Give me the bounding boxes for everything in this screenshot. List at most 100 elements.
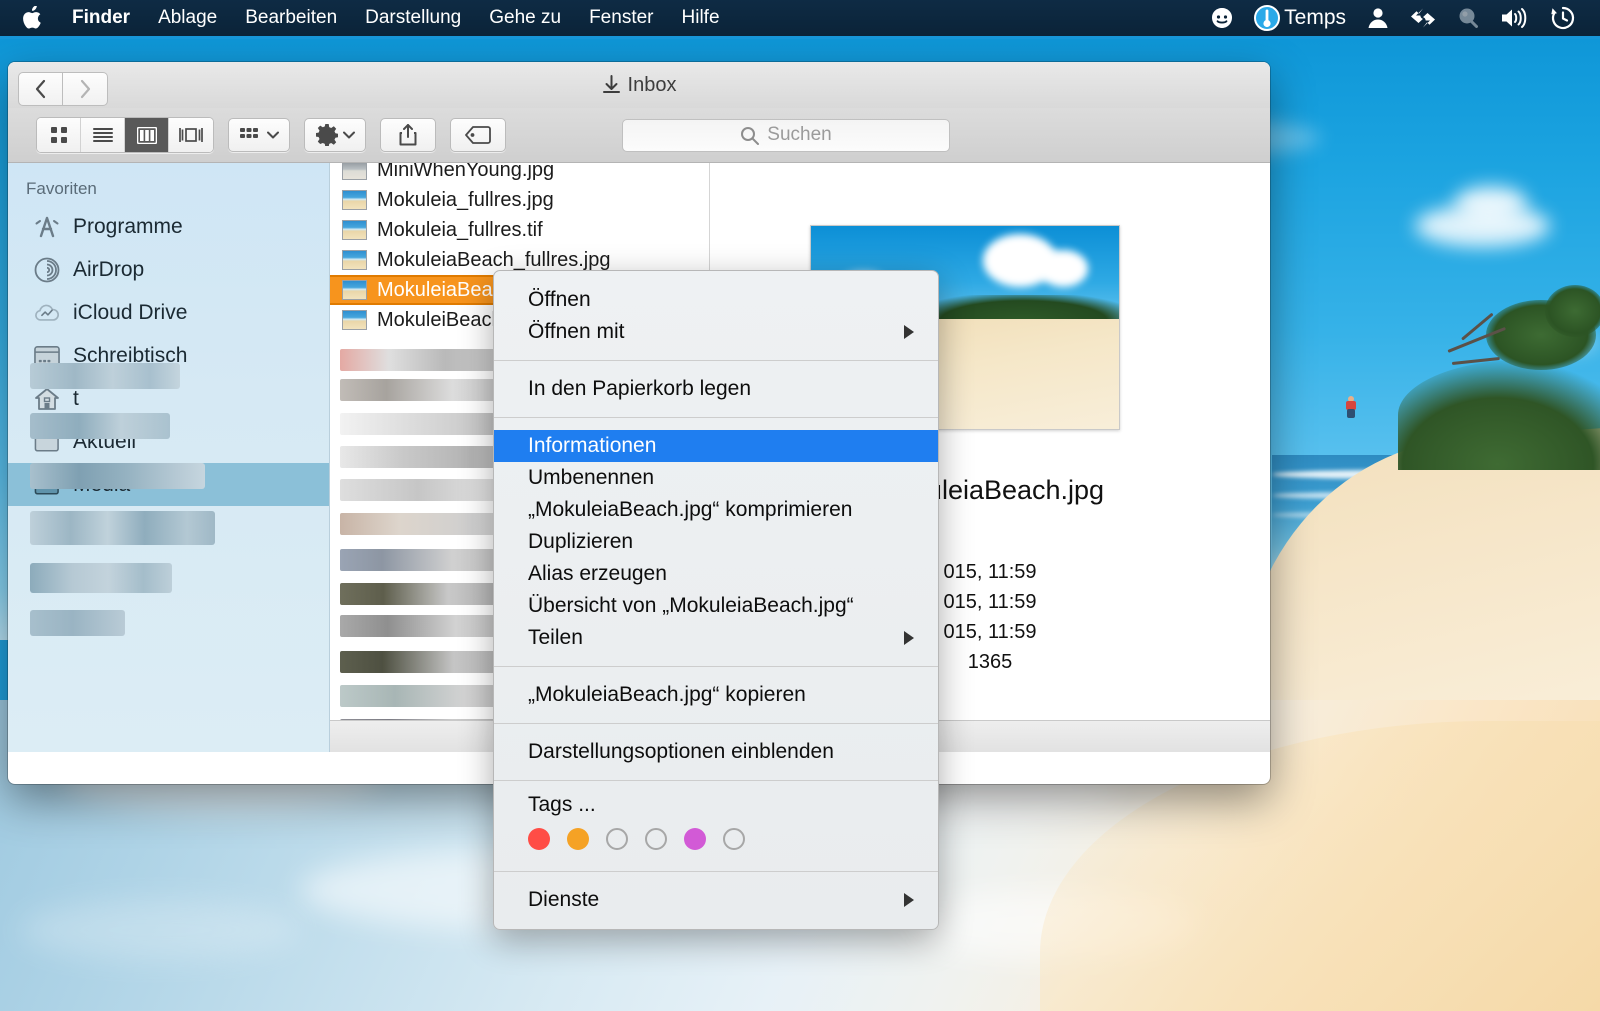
context-menu: Öffnen Öffnen mit In den Papierkorb lege… (493, 270, 939, 930)
tag-swatch-red[interactable] (528, 828, 550, 850)
file-name: Mokuleia_fullres.jpg (377, 189, 554, 212)
tag-swatch-none-2[interactable] (645, 828, 667, 850)
menu-item-dienste[interactable]: Dienste (494, 884, 938, 916)
menu-item-label: Umbenennen (528, 466, 654, 490)
spotlight-globe-icon[interactable] (1450, 0, 1486, 36)
context-menu-group: Dienste (494, 879, 938, 921)
context-menu-group: Öffnen Öffnen mit (494, 279, 938, 353)
menu-item-komprimieren[interactable]: „MokuleiaBeach.jpg“ komprimieren (494, 494, 938, 526)
airdrop-icon (34, 257, 60, 283)
menu-item-informationen[interactable]: Informationen (494, 430, 938, 462)
file-thumbnail-icon (342, 190, 367, 210)
file-thumbnail-icon (342, 310, 367, 330)
sidebar-item-label: iCloud Drive (73, 301, 187, 325)
menu-item-umbenennen[interactable]: Umbenennen (494, 462, 938, 494)
list-item[interactable]: MiniWhenYoung.jpg (330, 163, 709, 185)
file-name: Mokuleia_fullres.tif (377, 219, 543, 242)
person-in-water (1344, 396, 1358, 418)
sync-arrows-icon[interactable] (1404, 0, 1442, 36)
sidebar-item-airdrop[interactable]: AirDrop (8, 248, 329, 291)
person-silhouette-icon[interactable] (1360, 0, 1396, 36)
sidebar-item-icloud-drive[interactable]: iCloud Drive (8, 291, 329, 334)
menu-item-label: Dienste (528, 888, 599, 912)
submenu-arrow-icon (904, 631, 914, 645)
volume-icon[interactable] (1494, 0, 1536, 36)
menu-item-teilen[interactable]: Teilen (494, 622, 938, 654)
icloud-icon (34, 300, 60, 326)
menu-item-label: Informationen (528, 434, 656, 458)
sidebar-header: Favoriten (8, 163, 329, 205)
time-machine-clock-icon[interactable] (1544, 0, 1582, 36)
file-thumbnail-icon (342, 250, 367, 270)
menu-hilfe[interactable]: Hilfe (668, 0, 734, 36)
menu-bar-accent-line (0, 36, 1600, 39)
menu-finder[interactable]: Finder (58, 0, 144, 36)
menu-bearbeiten[interactable]: Bearbeiten (231, 0, 351, 36)
menu-item-label: In den Papierkorb legen (528, 377, 751, 401)
forward-button[interactable] (63, 72, 108, 106)
file-name: MiniWhenYoung.jpg (377, 163, 554, 182)
menu-item-oeffnen-mit[interactable]: Öffnen mit (494, 316, 938, 348)
menu-item-kopieren[interactable]: „MokuleiaBeach.jpg“ kopieren (494, 679, 938, 711)
menu-ablage[interactable]: Ablage (144, 0, 231, 36)
tag-swatch-purple[interactable] (684, 828, 706, 850)
tag-swatch-none-1[interactable] (606, 828, 628, 850)
tag-swatch-orange[interactable] (567, 828, 589, 850)
menu-item-uebersicht[interactable]: Übersicht von „MokuleiaBeach.jpg“ (494, 590, 938, 622)
sidebar-item-label: t (73, 387, 79, 411)
sidebar: Favoriten Programme AirDrop iCloud Drive (8, 163, 330, 752)
menu-item-label: Duplizieren (528, 530, 633, 554)
menu-gehe-zu[interactable]: Gehe zu (475, 0, 575, 36)
context-menu-group: Informationen Umbenennen „MokuleiaBeach.… (494, 425, 938, 659)
menu-separator (494, 871, 938, 872)
sidebar-item-label: Programme (73, 215, 183, 239)
menu-fenster[interactable]: Fenster (575, 0, 667, 36)
search-input[interactable]: Suchen (622, 119, 950, 152)
column-view-button[interactable] (125, 118, 169, 152)
menu-bar: Finder Ablage Bearbeiten Darstellung Geh… (0, 0, 1600, 36)
sidebar-item-label: AirDrop (73, 258, 144, 282)
menu-item-label: Teilen (528, 626, 583, 650)
apple-logo-icon[interactable] (22, 6, 42, 30)
menu-item-oeffnen[interactable]: Öffnen (494, 284, 938, 316)
search-icon (740, 126, 759, 145)
menu-item-label: Darstellungsoptionen einblenden (528, 740, 834, 764)
menu-item-label: Alias erzeugen (528, 562, 667, 586)
back-button[interactable] (18, 72, 63, 106)
window-title-text: Inbox (628, 74, 677, 97)
tags-button[interactable] (450, 118, 506, 152)
file-thumbnail-icon (342, 220, 367, 240)
submenu-arrow-icon (904, 893, 914, 907)
window-title-bar: Inbox (8, 62, 1270, 108)
smiley-face-icon[interactable] (1204, 0, 1240, 36)
menu-separator (494, 780, 938, 781)
icon-view-button[interactable] (37, 118, 81, 152)
thermometer-icon[interactable]: Temps (1248, 0, 1352, 36)
menu-item-darstellungsoptionen-einblenden[interactable]: Darstellungsoptionen einblenden (494, 736, 938, 768)
coverflow-view-button[interactable] (169, 118, 213, 152)
chevron-down-icon (267, 131, 279, 139)
cloud-icon (1455, 186, 1527, 220)
arrange-dropdown-button[interactable] (228, 118, 290, 152)
temps-label: Temps (1284, 6, 1346, 30)
share-button[interactable] (380, 118, 436, 152)
menu-darstellung[interactable]: Darstellung (351, 0, 475, 36)
menu-item-duplizieren[interactable]: Duplizieren (494, 526, 938, 558)
list-item[interactable]: Mokuleia_fullres.jpg (330, 185, 709, 215)
tag-swatch-none-3[interactable] (723, 828, 745, 850)
menu-item-in-den-papierkorb-legen[interactable]: In den Papierkorb legen (494, 373, 938, 405)
file-thumbnail-icon (342, 163, 367, 180)
tags-section: Tags ... (494, 788, 938, 864)
menu-item-label: „MokuleiaBeach.jpg“ kopieren (528, 683, 806, 707)
menu-item-alias-erzeugen[interactable]: Alias erzeugen (494, 558, 938, 590)
sidebar-item-programme[interactable]: Programme (8, 205, 329, 248)
context-menu-group: In den Papierkorb legen (494, 368, 938, 410)
tree-icon (1545, 285, 1600, 337)
action-gear-dropdown-button[interactable] (304, 118, 366, 152)
home-icon (34, 386, 60, 412)
download-arrow-icon (602, 75, 621, 96)
context-menu-group: Darstellungsoptionen einblenden (494, 731, 938, 773)
list-view-button[interactable] (81, 118, 125, 152)
list-item[interactable]: Mokuleia_fullres.tif (330, 215, 709, 245)
menu-separator (494, 723, 938, 724)
